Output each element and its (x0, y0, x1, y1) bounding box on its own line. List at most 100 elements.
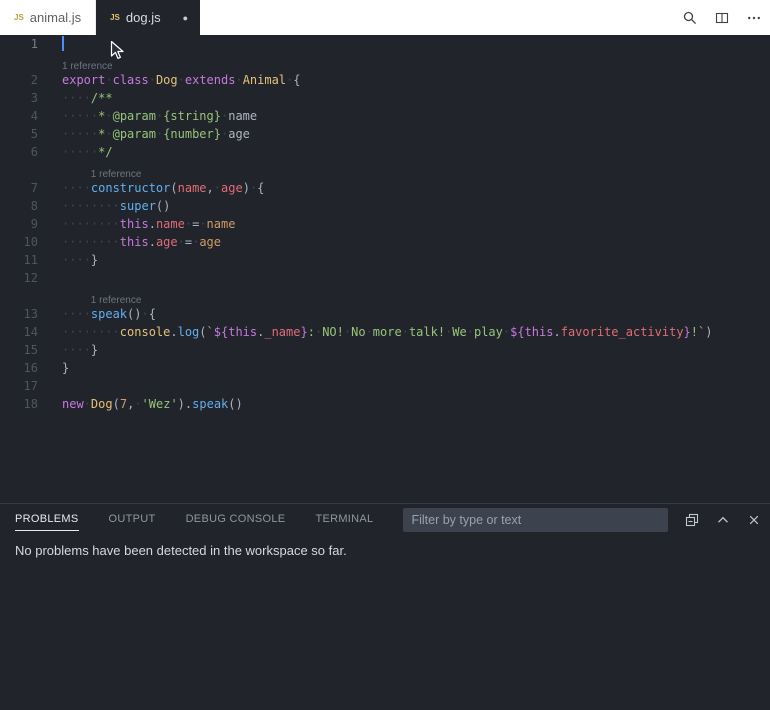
code-token: talk! (409, 325, 445, 339)
codelens-row[interactable]: 1 reference (0, 287, 770, 305)
search-button[interactable] (682, 10, 698, 26)
line-number[interactable]: 18 (0, 395, 62, 413)
code-token: constructor (91, 181, 170, 195)
line-number[interactable]: 17 (0, 377, 62, 395)
code-line[interactable]: 3····/** (0, 89, 770, 107)
code-token: age (228, 127, 250, 141)
code-line[interactable]: 5·····*·@param·{number}·age (0, 125, 770, 143)
code-line[interactable]: 13····speak()·{ (0, 305, 770, 323)
problems-filter-input[interactable] (403, 508, 668, 532)
close-panel-button[interactable] (746, 512, 762, 528)
code-token: favorite_activity (561, 325, 684, 339)
code-token: extends (185, 73, 236, 87)
code-line[interactable]: 11····} (0, 251, 770, 269)
tab-label: animal.js (30, 10, 81, 25)
vscode-window: JSanimal.jsJSdog.js● (0, 0, 770, 710)
line-number (0, 287, 62, 305)
code-token: } (91, 343, 98, 357)
line-number[interactable]: 14 (0, 323, 62, 341)
code-line[interactable]: 9········this.name·=·name (0, 215, 770, 233)
js-file-icon: JS (110, 13, 120, 22)
whitespace-dots: · (366, 325, 373, 339)
line-number[interactable]: 8 (0, 197, 62, 215)
code-token: speak (91, 307, 127, 321)
editor-rows: 11 reference2export·class·Dog·extends·An… (0, 35, 770, 413)
code-editor[interactable]: 11 reference2export·class·Dog·extends·An… (0, 35, 770, 503)
split-editor-button[interactable] (714, 10, 730, 26)
code-token: } (300, 325, 307, 339)
collapse-all-button[interactable] (684, 512, 700, 528)
code-line[interactable]: 15····} (0, 341, 770, 359)
panel-tab-terminal[interactable]: TERMINAL (315, 509, 373, 530)
code-line[interactable]: 1 (0, 35, 770, 53)
line-number[interactable]: 7 (0, 179, 62, 197)
modified-indicator[interactable]: ● (183, 13, 188, 23)
code-line[interactable]: 12 (0, 269, 770, 287)
code-token: . (149, 217, 156, 231)
whitespace-dots: · (178, 235, 185, 249)
code-token: 7 (120, 397, 127, 411)
code-line[interactable]: 14········console.log(`${this._name}:·NO… (0, 323, 770, 341)
line-number[interactable]: 4 (0, 107, 62, 125)
line-number[interactable]: 13 (0, 305, 62, 323)
code-line[interactable]: 18new·Dog(7,·'Wez').speak() (0, 395, 770, 413)
code-token: _name (264, 325, 300, 339)
code-token: ( (199, 325, 206, 339)
tab-animal.js[interactable]: JSanimal.js (0, 0, 96, 35)
code-line[interactable]: 10········this.age·=·age (0, 233, 770, 251)
line-number[interactable]: 15 (0, 341, 62, 359)
code-token: ${ (510, 325, 524, 339)
code-token: NO! (322, 325, 344, 339)
code-line[interactable]: 16} (0, 359, 770, 377)
line-number[interactable]: 12 (0, 269, 62, 287)
line-number[interactable]: 6 (0, 143, 62, 161)
split-editor-icon (714, 10, 730, 26)
codelens-row[interactable]: 1 reference (0, 161, 770, 179)
close-panel-icon (746, 512, 762, 528)
code-token: ( (113, 397, 120, 411)
codelens-row[interactable]: 1 reference (0, 53, 770, 71)
code-line[interactable]: 6·····*/ (0, 143, 770, 161)
line-number[interactable]: 10 (0, 233, 62, 251)
tab-dog.js[interactable]: JSdog.js● (96, 0, 200, 35)
code-token: . (170, 325, 177, 339)
more-actions-button[interactable] (746, 10, 762, 26)
panel-tab-debug-console[interactable]: DEBUG CONSOLE (186, 509, 286, 530)
code-line[interactable]: 7····constructor(name,·age)·{ (0, 179, 770, 197)
code-line[interactable]: 2export·class·Dog·extends·Animal·{ (0, 71, 770, 89)
code-token: ` (207, 325, 214, 339)
whitespace-dots: · (149, 73, 156, 87)
code-token: We (452, 325, 466, 339)
line-number[interactable]: 16 (0, 359, 62, 377)
panel-tab-output[interactable]: OUTPUT (109, 509, 156, 530)
whitespace-dots: · (141, 307, 148, 321)
panel-header: PROBLEMS OUTPUT DEBUG CONSOLE TERMINAL (0, 504, 770, 532)
code-token: age (221, 181, 243, 195)
code-token: ) (705, 325, 712, 339)
whitespace-dots: · (235, 73, 242, 87)
panel-tab-problems[interactable]: PROBLEMS (15, 509, 79, 531)
code-line[interactable]: 17 (0, 377, 770, 395)
code-line[interactable]: 8········super() (0, 197, 770, 215)
code-token: Dog (91, 397, 113, 411)
maximize-panel-button[interactable] (715, 512, 731, 528)
editor-tab-bar: JSanimal.jsJSdog.js● (0, 0, 770, 35)
line-number[interactable]: 5 (0, 125, 62, 143)
code-token: {number} (163, 127, 221, 141)
whitespace-dots: ···· (62, 307, 91, 321)
code-token: ) (178, 397, 185, 411)
code-token: 'Wez' (142, 397, 178, 411)
code-token: this (120, 217, 149, 231)
code-token: Dog (156, 73, 178, 87)
line-number[interactable]: 9 (0, 215, 62, 233)
code-line[interactable]: 4·····*·@param·{string}·name (0, 107, 770, 125)
whitespace-dots: ···· (62, 181, 91, 195)
code-token: ) (243, 181, 250, 195)
line-number[interactable]: 11 (0, 251, 62, 269)
line-number[interactable]: 1 (0, 35, 62, 53)
whitespace-dots: ···· (62, 91, 91, 105)
line-number[interactable]: 2 (0, 71, 62, 89)
whitespace-dots: ···· (62, 253, 91, 267)
code-token: . (149, 235, 156, 249)
line-number[interactable]: 3 (0, 89, 62, 107)
